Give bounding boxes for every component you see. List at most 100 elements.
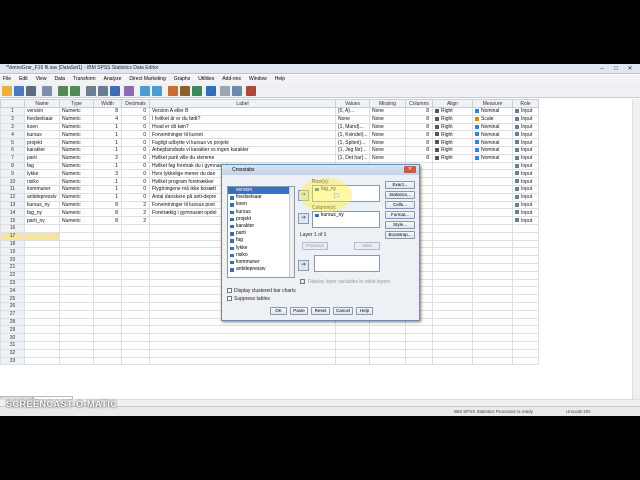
table-row[interactable]: 2 foedselsaar Numeric 4 0 I hvilket år er du … <box>0 114 539 124</box>
variable-list-item[interactable]: kommuner <box>228 259 294 266</box>
cell-columns[interactable]: 8 <box>405 130 433 140</box>
cell-role[interactable]: Input <box>512 177 539 186</box>
empty-cell[interactable] <box>59 333 94 342</box>
cell-align[interactable]: Right <box>432 122 473 132</box>
empty-cell[interactable] <box>93 270 122 280</box>
empty-cell[interactable] <box>121 309 150 319</box>
table-row[interactable]: 6 karakter Numeric 1 0 Arbejdsindsats vi kara… <box>0 145 539 155</box>
cell-width[interactable]: 8 <box>93 208 122 218</box>
menu-analyze[interactable]: Analyze <box>104 75 122 84</box>
empty-cell[interactable] <box>369 348 406 358</box>
row-number[interactable]: 14 <box>0 208 25 218</box>
cell-dec[interactable]: 0 <box>121 184 150 194</box>
cell-align[interactable]: Right <box>432 130 473 140</box>
display-layer-checkbox[interactable] <box>300 279 305 284</box>
row-number[interactable]: 27 <box>0 309 25 319</box>
cell-type[interactable]: Numeric <box>59 184 94 194</box>
cell-role[interactable]: Input <box>512 130 539 140</box>
empty-cell[interactable] <box>93 247 122 257</box>
empty-cell[interactable] <box>59 270 94 280</box>
cell-name[interactable]: lykke <box>24 169 60 179</box>
empty-cell[interactable] <box>24 262 60 272</box>
empty-cell[interactable] <box>93 278 122 288</box>
empty-cell[interactable] <box>24 286 60 296</box>
cell-width[interactable]: 1 <box>93 177 122 186</box>
variable-list-item[interactable]: projekt <box>228 216 294 223</box>
variable-list-item[interactable]: kursus <box>228 209 294 216</box>
variable-list-item[interactable]: antidepressiv <box>228 266 294 273</box>
cell-label[interactable]: Forventninger til kurset <box>149 130 336 140</box>
variable-list-item[interactable]: koen <box>228 201 294 208</box>
maximize-button[interactable]: □ <box>610 65 622 73</box>
cell-missing[interactable]: None <box>369 153 406 163</box>
empty-cell[interactable] <box>472 309 513 319</box>
empty-cell[interactable] <box>59 223 94 233</box>
empty-cell[interactable] <box>93 294 122 303</box>
row-number[interactable]: 13 <box>0 200 25 210</box>
table-row[interactable]: 1 version Numeric 8 0 Version A eller B {0, A}… <box>0 107 539 116</box>
empty-cell[interactable] <box>432 255 473 264</box>
menu-window[interactable]: Window <box>249 75 267 84</box>
cell-dec[interactable]: 2 <box>121 216 150 225</box>
empty-cell[interactable] <box>335 348 370 358</box>
empty-cell[interactable] <box>93 255 122 264</box>
empty-cell[interactable] <box>405 348 433 358</box>
empty-cell[interactable] <box>335 333 370 342</box>
variables-icon[interactable] <box>110 86 120 96</box>
empty-cell[interactable] <box>472 278 513 288</box>
empty-cell[interactable] <box>472 231 513 241</box>
empty-cell[interactable] <box>472 301 513 311</box>
empty-cell[interactable] <box>24 309 60 319</box>
next-layer-button[interactable]: Next <box>354 242 380 250</box>
cell-measure[interactable] <box>472 216 513 225</box>
reset-button[interactable]: Reset <box>311 307 330 315</box>
empty-cell[interactable] <box>369 325 406 335</box>
row-number[interactable]: 17 <box>0 231 25 241</box>
empty-cell[interactable] <box>512 247 539 257</box>
previous-layer-button[interactable]: Previous <box>302 242 328 250</box>
empty-cell[interactable] <box>93 325 122 335</box>
cell-label[interactable]: Version A eller B <box>149 107 336 116</box>
column-header-name[interactable]: Name <box>24 99 60 108</box>
empty-cell[interactable] <box>432 340 473 350</box>
row-number[interactable]: 4 <box>0 130 25 140</box>
empty-cell[interactable] <box>59 301 94 311</box>
cell-measure[interactable]: Scale <box>472 114 513 124</box>
cell-role[interactable]: Input <box>512 184 539 194</box>
row-number[interactable]: 21 <box>0 262 25 272</box>
cell-dec[interactable]: 0 <box>121 138 150 147</box>
empty-cell[interactable] <box>335 325 370 335</box>
empty-cell[interactable] <box>121 294 150 303</box>
column-header-role[interactable]: Role <box>512 99 539 108</box>
empty-cell[interactable] <box>93 317 122 327</box>
empty-cell[interactable] <box>24 278 60 288</box>
empty-cell[interactable] <box>121 262 150 272</box>
empty-cell[interactable] <box>121 255 150 264</box>
empty-cell[interactable] <box>24 255 60 264</box>
empty-cell[interactable] <box>93 356 122 366</box>
empty-cell[interactable] <box>59 255 94 264</box>
empty-cell[interactable] <box>59 309 94 319</box>
empty-cell[interactable] <box>149 333 336 342</box>
empty-cell[interactable] <box>432 270 473 280</box>
row-number[interactable]: 33 <box>0 356 25 366</box>
cell-missing[interactable]: None <box>369 138 406 147</box>
empty-cell[interactable] <box>59 340 94 350</box>
empty-cell[interactable] <box>369 340 406 350</box>
row-number[interactable]: 1 <box>0 107 25 116</box>
print-icon[interactable] <box>26 86 36 96</box>
empty-cell[interactable] <box>512 333 539 342</box>
cell-width[interactable]: 4 <box>93 114 122 124</box>
cell-name[interactable]: parti_ny <box>24 216 60 225</box>
empty-cell[interactable] <box>432 239 473 249</box>
row-number[interactable]: 6 <box>0 145 25 155</box>
cell-measure[interactable]: Nominal <box>472 130 513 140</box>
column-header-decimals[interactable]: Decimals <box>121 99 150 108</box>
empty-cell[interactable] <box>121 247 150 257</box>
empty-cell[interactable] <box>432 333 473 342</box>
row-number[interactable]: 9 <box>0 169 25 179</box>
cell-measure[interactable]: Nominal <box>472 107 513 116</box>
ok-button[interactable]: OK <box>270 307 287 315</box>
cell-align[interactable] <box>432 169 473 179</box>
empty-cell[interactable] <box>432 317 473 327</box>
